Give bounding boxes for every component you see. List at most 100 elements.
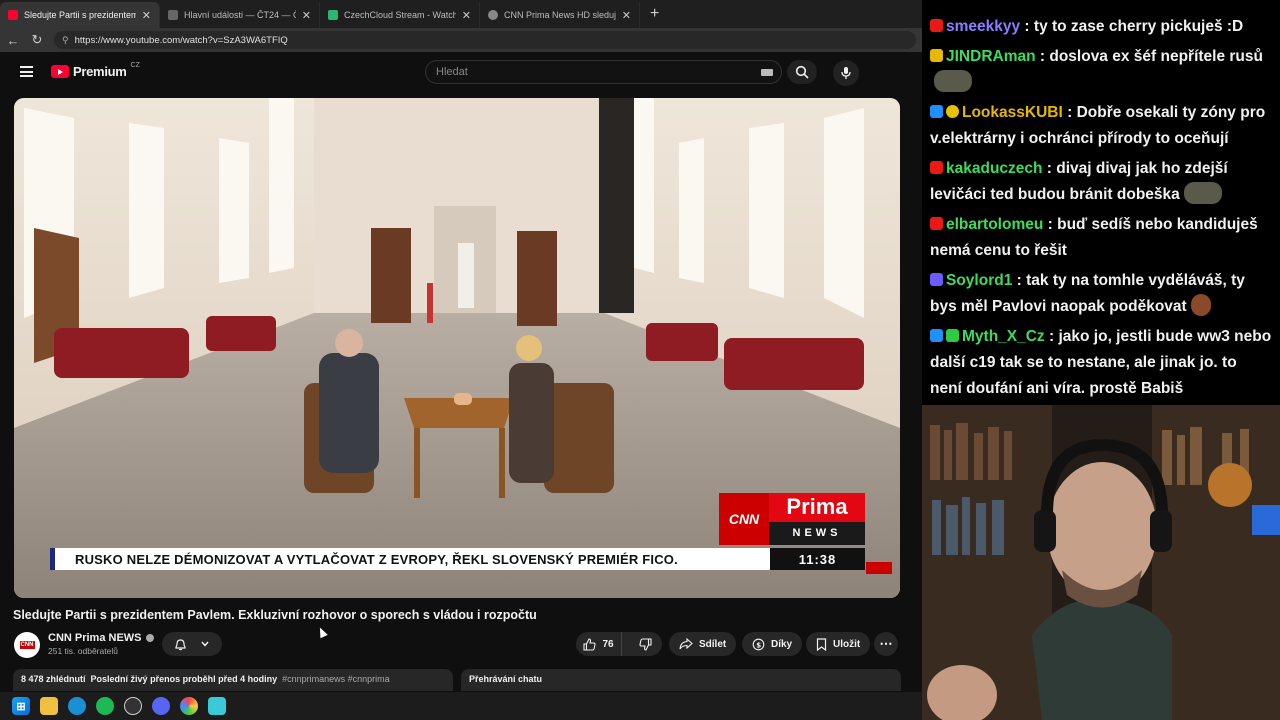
chat-message: kakaduczech : divaj divaj jak ho zdejší … <box>930 160 1228 204</box>
chat-replay-header[interactable]: Přehrávání chatu <box>461 669 901 691</box>
voice-search-button[interactable] <box>833 60 859 86</box>
chat-username[interactable]: Myth_X_Cz <box>962 328 1045 345</box>
prima-logo: Prima <box>769 493 865 522</box>
cnn-logo: CNN <box>719 493 769 545</box>
obs-icon[interactable] <box>124 697 142 715</box>
reload-icon[interactable]: ↻ <box>30 32 44 48</box>
chat-username[interactable]: JINDRAman <box>946 48 1036 65</box>
chat-username[interactable]: smeekkyy <box>946 18 1020 35</box>
chat-text: ty to zase cherry pickuješ :D <box>1033 18 1244 35</box>
youtube-play-icon <box>51 65 69 78</box>
logo-country: CZ <box>130 62 140 69</box>
like-dislike-group: 76 <box>576 632 662 656</box>
chat-username[interactable]: Soylord1 <box>946 272 1012 289</box>
broadcast-clock: 11:38 <box>770 548 865 570</box>
chat-badge-icon <box>946 105 959 118</box>
url-field[interactable]: ⚲ https://www.youtube.com/watch?v=SzA3WA… <box>54 31 916 49</box>
youtube-logo[interactable]: Premium CZ <box>51 62 140 79</box>
save-button[interactable]: Uložit <box>806 632 871 656</box>
share-icon <box>679 638 693 650</box>
bell-icon <box>175 638 186 650</box>
chat-message: elbartolomeu : buď sedíš nebo kandiduješ… <box>930 216 1258 259</box>
dislike-button[interactable] <box>628 632 662 656</box>
more-actions-button[interactable]: ⋯ <box>874 632 898 656</box>
chat-badge-icon <box>930 105 943 118</box>
site-info-icon[interactable]: ⚲ <box>62 35 69 46</box>
video-player[interactable]: CNN Prima NEWS RUSKO NELZE DÉMONIZOVAT A… <box>14 98 900 598</box>
notification-bell-button[interactable] <box>162 632 222 656</box>
channel-name[interactable]: CNN Prima NEWS <box>48 632 142 644</box>
browser-tab[interactable]: CzechCloud Stream - Watch Live ✕ <box>320 2 480 28</box>
channel-avatar[interactable]: CNN <box>14 632 40 658</box>
pinwheel-app-icon[interactable] <box>180 697 198 715</box>
channel-name-row[interactable]: CNN Prima NEWS <box>48 632 154 644</box>
edge-browser-icon[interactable] <box>68 697 86 715</box>
news-ticker: RUSKO NELZE DÉMONIZOVAT A VYTLAČOVAT Z E… <box>50 548 770 570</box>
windows-taskbar: ⊞ <box>0 692 922 720</box>
search-button[interactable] <box>787 60 817 84</box>
menu-icon[interactable] <box>20 66 33 77</box>
windows-start-icon[interactable]: ⊞ <box>12 697 30 715</box>
view-count: 8 478 zhlédnutí <box>21 674 86 684</box>
new-tab-button[interactable]: + <box>640 2 669 28</box>
like-count: 76 <box>602 638 614 650</box>
chevron-down-icon <box>201 641 209 647</box>
notepad-icon[interactable] <box>208 697 226 715</box>
browser-tab-bar: Sledujte Partii s prezidentem Pavle ✕ Hl… <box>0 0 922 28</box>
chat-badge-icon <box>930 217 943 230</box>
news-logo: NEWS <box>769 521 865 545</box>
logo-text: Premium <box>73 64 127 79</box>
search-input[interactable]: Hledat <box>425 60 782 84</box>
chat-badge-icon <box>930 329 943 342</box>
share-button[interactable]: Sdílet <box>669 632 737 656</box>
file-explorer-icon[interactable] <box>40 697 58 715</box>
browser-tab[interactable]: Hlavní události — ČT24 — Česká ✕ <box>160 2 320 28</box>
stream-chat-overlay: smeekkyy : ty to zase cherry pickuješ :D… <box>922 0 1280 405</box>
back-arrow-icon[interactable]: ← <box>6 33 20 48</box>
chat-message: Myth_X_Cz : jako jo, jestli bude ww3 neb… <box>930 328 1272 397</box>
prima-news-block: Prima NEWS <box>769 493 865 545</box>
spotify-icon[interactable] <box>96 697 114 715</box>
webcam-frame <box>922 405 1280 720</box>
close-tab-icon[interactable]: ✕ <box>622 9 631 22</box>
chat-message: Soylord1 : tak ty na tomhle vyděláváš, t… <box>930 272 1245 316</box>
chat-message: LookassKUBI : Dobře osekali ty zóny pro … <box>930 104 1266 147</box>
ct24-favicon-icon <box>168 10 178 20</box>
close-tab-icon[interactable]: ✕ <box>142 9 151 22</box>
share-label: Sdílet <box>699 638 727 650</box>
description-box[interactable]: 8 478 zhlédnutí Poslední živý přenos pro… <box>13 669 453 691</box>
chat-badge-icon <box>946 329 959 342</box>
hashtags[interactable]: #cnnprimanews #cnnprima <box>282 674 390 684</box>
tab-title: CNN Prima News HD sledujte onl <box>504 10 616 20</box>
thanks-icon: $ <box>752 638 765 650</box>
browser-tab[interactable]: CNN Prima News HD sledujte onl ✕ <box>480 2 640 28</box>
video-title: Sledujte Partii s prezidentem Pavlem. Ex… <box>13 608 537 622</box>
tab-title: Sledujte Partii s prezidentem Pavle <box>24 10 136 20</box>
discord-icon[interactable] <box>152 697 170 715</box>
close-tab-icon[interactable]: ✕ <box>462 9 471 22</box>
chat-text: doslova ex šéf nepřítele rusů <box>1049 48 1263 65</box>
keyboard-icon[interactable] <box>761 69 773 76</box>
svg-text:$: $ <box>756 641 761 649</box>
thanks-label: Díky <box>771 638 793 650</box>
chat-username[interactable]: LookassKUBI <box>962 104 1063 121</box>
chat-username[interactable]: elbartolomeu <box>946 216 1043 233</box>
browser-tab[interactable]: Sledujte Partii s prezidentem Pavle ✕ <box>0 2 160 28</box>
verified-icon <box>145 634 154 642</box>
chat-badge-icon <box>930 161 943 174</box>
like-button[interactable]: 76 <box>576 632 622 656</box>
close-tab-icon[interactable]: ✕ <box>302 9 311 22</box>
thanks-button[interactable]: $ Díky <box>742 632 803 656</box>
crown-badge-icon <box>930 49 943 62</box>
more-dots-icon: ⋯ <box>879 636 893 651</box>
screen: Sledujte Partii s prezidentem Pavle ✕ Hl… <box>0 0 1280 720</box>
youtube-header: Premium CZ Hledat <box>0 52 922 92</box>
url-text: https://www.youtube.com/watch?v=SzA3WA6T… <box>74 34 288 46</box>
cnn-prima-news-logo: CNN Prima NEWS <box>719 493 865 545</box>
tab-title: Hlavní události — ČT24 — Česká <box>184 10 296 20</box>
chat-emote-icon <box>934 70 972 92</box>
chat-message: JINDRAman : doslova ex šéf nepřítele rus… <box>930 44 1272 96</box>
chat-username[interactable]: kakaduczech <box>946 160 1043 177</box>
cnn-avatar-icon: CNN <box>19 641 35 649</box>
search-placeholder: Hledat <box>436 66 468 78</box>
